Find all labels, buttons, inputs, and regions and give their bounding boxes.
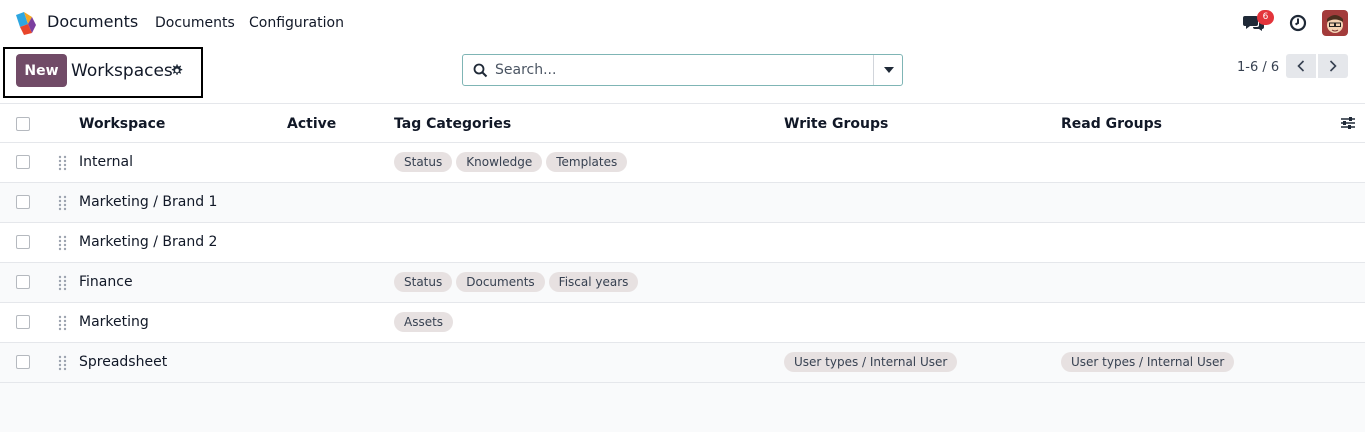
search-bar[interactable]: [462, 54, 903, 86]
pager-value[interactable]: 1-6 / 6: [1237, 60, 1279, 75]
chevron-right-icon: [1329, 60, 1337, 72]
workspace-name: Marketing / Brand 1: [79, 194, 218, 210]
control-panel: New Workspaces 1-6 / 6: [0, 46, 1365, 104]
page-title: Workspaces: [71, 61, 173, 81]
table-row[interactable]: Marketing Assets: [0, 303, 1365, 343]
tag-categories-cell: Status Knowledge Templates: [394, 152, 628, 172]
drag-handle-icon[interactable]: [58, 235, 68, 251]
table-row[interactable]: Finance Status Documents Fiscal years: [0, 263, 1365, 303]
workspace-name: Spreadsheet: [79, 354, 168, 370]
search-options-toggle[interactable]: [874, 55, 903, 85]
group-badge: User types / Internal User: [784, 352, 958, 372]
search-input[interactable]: [495, 55, 870, 85]
search-icon: [473, 63, 488, 78]
tag-categories-cell: Assets: [394, 312, 454, 332]
column-options-icon[interactable]: [1340, 116, 1356, 130]
top-navbar: Documents Documents Configuration 6: [0, 0, 1365, 46]
gear-icon[interactable]: [170, 64, 183, 77]
tag-categories-cell: Status Documents Fiscal years: [394, 272, 639, 292]
app-name[interactable]: Documents: [47, 12, 138, 31]
workspaces-table: Workspace Active Tag Categories Write Gr…: [0, 103, 1365, 383]
table-row[interactable]: Spreadsheet User types / Internal User Use…: [0, 343, 1365, 383]
table-row[interactable]: Internal Status Knowledge Templates: [0, 143, 1365, 183]
column-header-write-groups[interactable]: Write Groups: [784, 116, 888, 132]
chevron-left-icon: [1297, 60, 1305, 72]
tag-badge: Documents: [456, 272, 545, 292]
menu-item-configuration[interactable]: Configuration: [249, 15, 344, 31]
drag-handle-icon[interactable]: [58, 355, 68, 371]
group-badge: User types / Internal User: [1061, 352, 1235, 372]
drag-handle-icon[interactable]: [58, 275, 68, 291]
caret-down-icon: [883, 67, 894, 73]
table-row[interactable]: Marketing / Brand 1: [0, 183, 1365, 223]
drag-handle-icon[interactable]: [58, 195, 68, 211]
new-button[interactable]: New: [16, 54, 67, 87]
workspace-name: Marketing / Brand 2: [79, 234, 218, 250]
workspace-name: Finance: [79, 274, 133, 290]
row-checkbox[interactable]: [16, 355, 30, 369]
menu-item-documents[interactable]: Documents: [155, 15, 235, 31]
tag-badge: Knowledge: [456, 152, 543, 172]
tag-badge: Fiscal years: [548, 272, 639, 292]
column-header-workspace[interactable]: Workspace: [79, 116, 165, 132]
row-checkbox[interactable]: [16, 195, 30, 209]
read-groups-cell: User types / Internal User: [1061, 352, 1235, 372]
documents-app-logo-icon[interactable]: [14, 11, 38, 35]
user-avatar[interactable]: [1322, 10, 1348, 36]
clock-icon[interactable]: [1289, 14, 1307, 32]
column-header-tag-categories[interactable]: Tag Categories: [394, 116, 511, 132]
write-groups-cell: User types / Internal User: [784, 352, 958, 372]
table-header: Workspace Active Tag Categories Write Gr…: [0, 103, 1365, 143]
column-header-active[interactable]: Active: [287, 116, 336, 132]
row-checkbox[interactable]: [16, 315, 30, 329]
column-header-read-groups[interactable]: Read Groups: [1061, 116, 1162, 132]
tag-badge: Templates: [546, 152, 628, 172]
drag-handle-icon[interactable]: [58, 155, 68, 171]
tag-badge: Status: [394, 152, 453, 172]
row-checkbox[interactable]: [16, 155, 30, 169]
chat-badge: 6: [1257, 10, 1274, 25]
table-row[interactable]: Marketing / Brand 2: [0, 223, 1365, 263]
table-body: Internal Status Knowledge Templates Marketin…: [0, 143, 1365, 383]
workspace-name: Marketing: [79, 314, 149, 330]
row-checkbox[interactable]: [16, 235, 30, 249]
drag-handle-icon[interactable]: [58, 315, 68, 331]
row-checkbox[interactable]: [16, 275, 30, 289]
tag-badge: Status: [394, 272, 453, 292]
select-all-checkbox[interactable]: [16, 117, 30, 131]
pager-next-button[interactable]: [1318, 54, 1348, 78]
pager-previous-button[interactable]: [1286, 54, 1316, 78]
workspace-name: Internal: [79, 154, 133, 170]
tag-badge: Assets: [394, 312, 454, 332]
